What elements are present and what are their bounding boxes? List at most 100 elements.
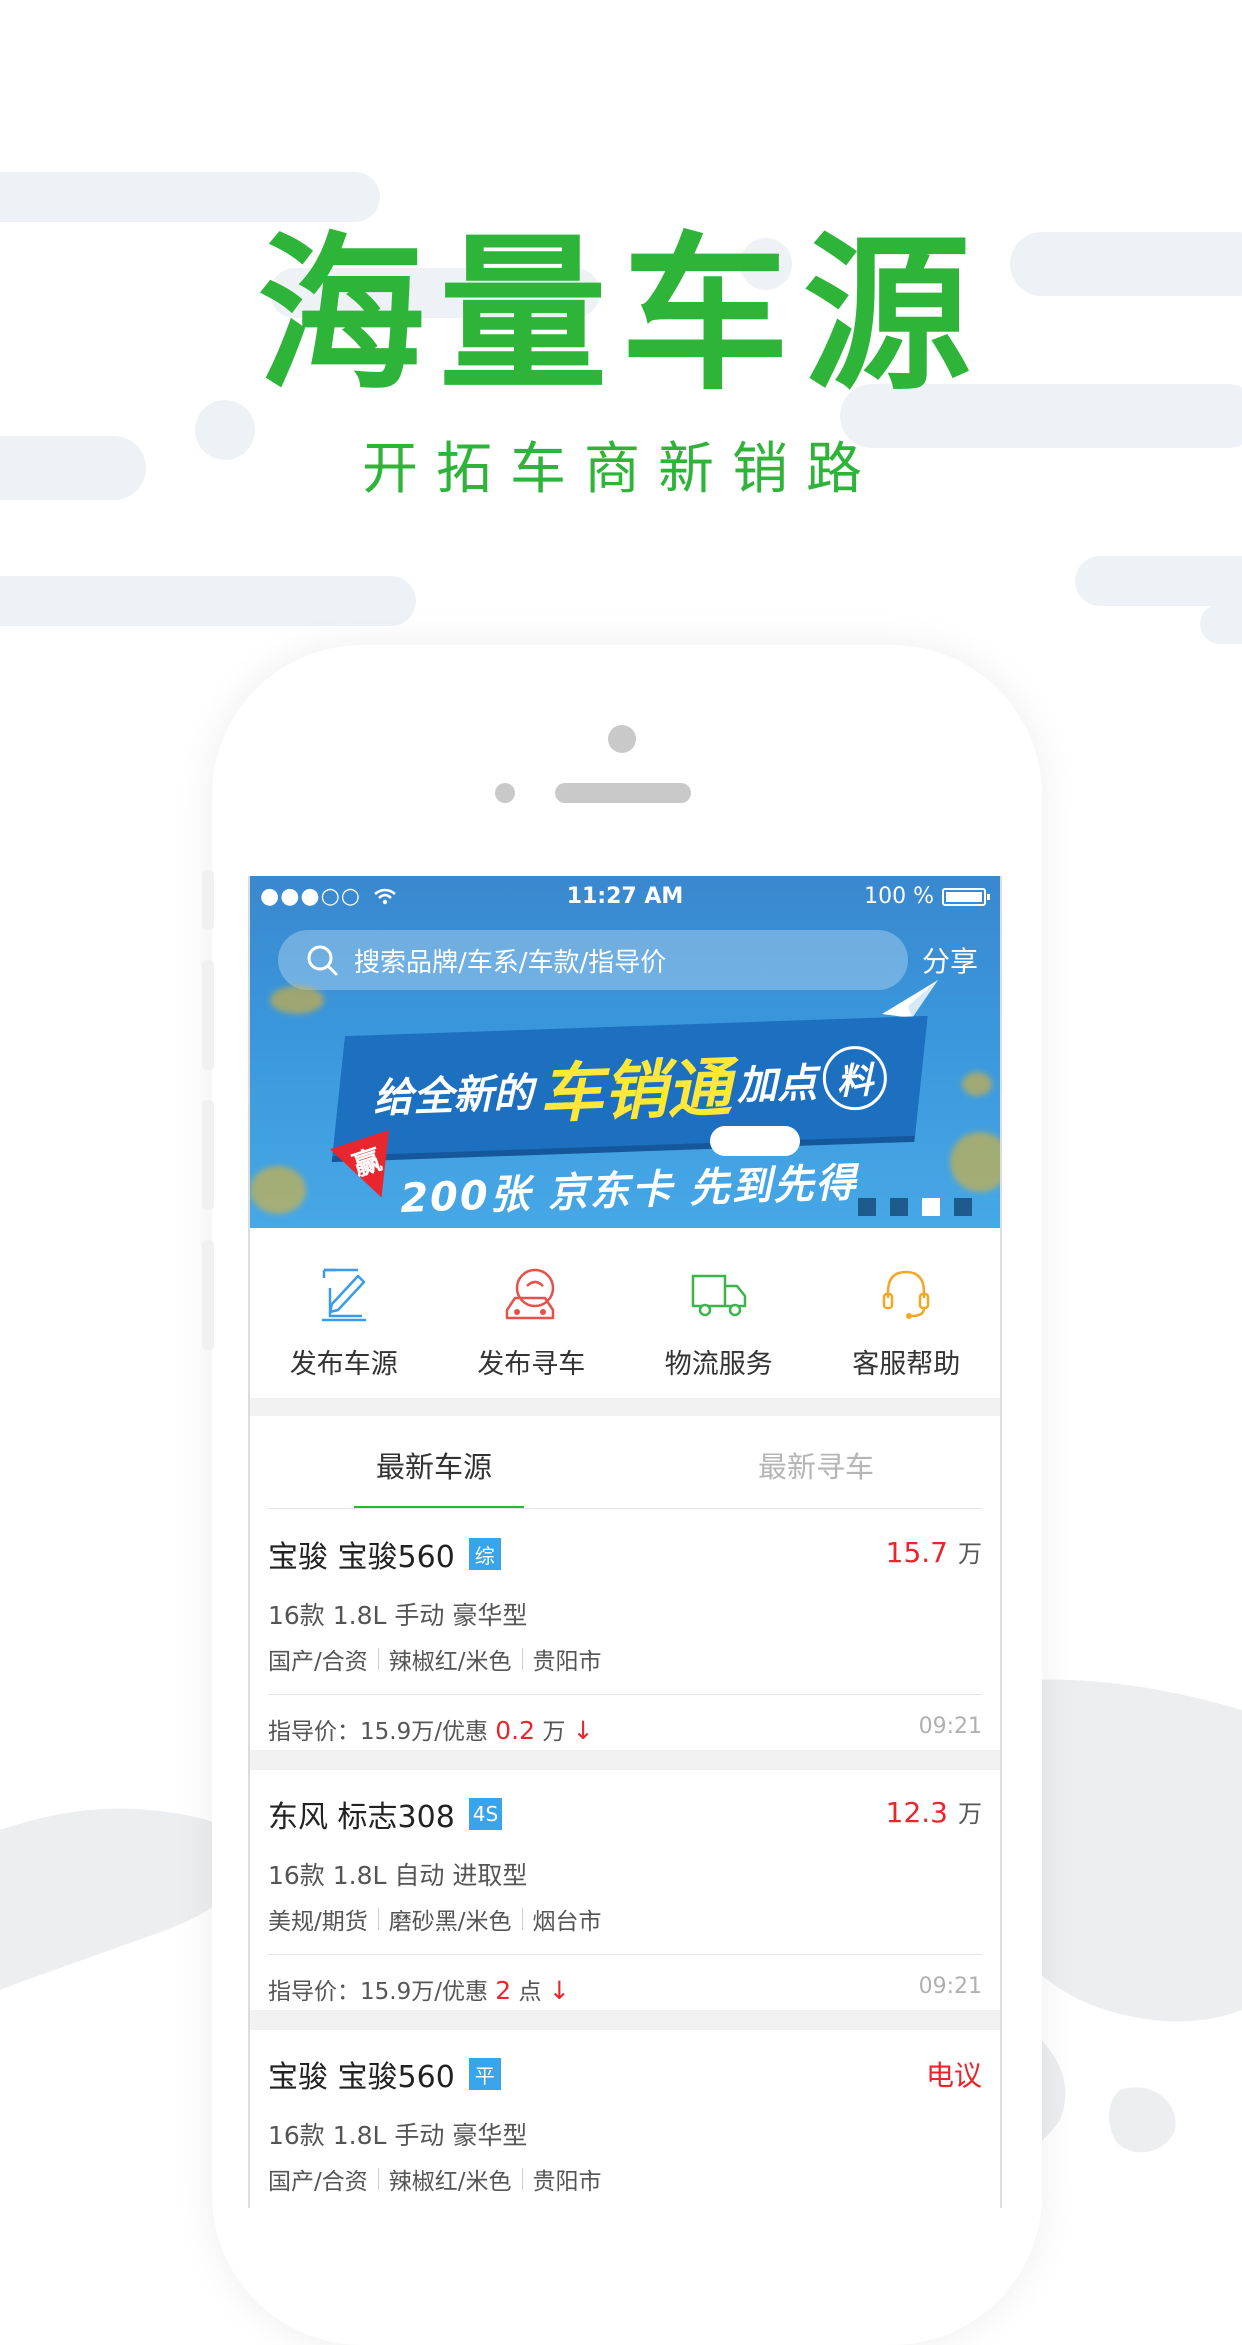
down-arrow-icon: ↓ (548, 1976, 570, 2005)
bg-stripe (1075, 556, 1242, 606)
listing-section: 最新车源 最新寻车 宝骏 宝骏560 综 15.7 万 16款 1.8L 手动 豪… (250, 1416, 1000, 2208)
listing-spec: 16款 1.8L 手动 豪华型 (268, 1601, 528, 1630)
app-screen: ●●●○○ 11:27 AM 100 % 搜索品牌/车系/车款/指导价 分享 给… (248, 876, 1002, 2208)
headset-icon (883, 1270, 930, 1319)
bg-stripe (1200, 604, 1242, 644)
search-car-icon (506, 1268, 555, 1320)
pager-dot-active[interactable] (922, 1198, 940, 1216)
guide-price-text: 指导价：15.9万/优惠 (268, 1719, 488, 1745)
listing-title-text: 东风 标志308 (268, 1800, 455, 1835)
price-value: 15.7 (885, 1536, 948, 1569)
listing-attributes: 国产/合资 辣椒红/米色 贵阳市 (268, 1642, 602, 1676)
price-unit: 万 (958, 1540, 982, 1568)
phone-side-button (202, 870, 214, 930)
search-input[interactable]: 搜索品牌/车系/车款/指导价 (354, 942, 666, 979)
pager-dot[interactable] (954, 1198, 972, 1216)
hero-headline: 海量车源 (257, 217, 985, 413)
pager-dot[interactable] (890, 1198, 908, 1216)
listing-spec: 16款 1.8L 手动 豪华型 (268, 2121, 528, 2150)
listing-title: 宝骏 宝骏560 平 (268, 2052, 501, 2096)
quick-action-label: 客服帮助 (852, 1349, 961, 1380)
listing-time: 09:21 (918, 1974, 982, 1999)
attr-color: 辣椒红/米色 (388, 1649, 512, 1675)
bg-stripe (0, 172, 380, 222)
battery-status: 100 % (864, 884, 990, 909)
quick-action-label: 发布车源 (289, 1349, 398, 1380)
attr-origin: 国产/合资 (268, 1649, 368, 1675)
listing-price: 15.7 万 (886, 1534, 982, 1569)
coin-decoration (950, 1132, 1000, 1192)
list-item[interactable]: 宝骏 宝骏560 综 15.7 万 16款 1.8L 手动 豪华型 国产/合资 辣… (250, 1510, 1000, 1750)
bg-stripe (0, 576, 416, 626)
guide-price: 指导价：15.9万/优惠 0.2 万 ↓ (268, 1712, 594, 1746)
battery-icon (942, 887, 990, 906)
listing-price: 12.3 万 (886, 1794, 982, 1829)
tab-latest-requests[interactable]: 最新寻车 (758, 1444, 874, 1486)
listing-spec: 16款 1.8L 自动 进取型 (268, 1861, 528, 1890)
phone-side-button (202, 1100, 214, 1210)
promo-title: 给全新的 车销通 加点 料 (348, 1016, 912, 1155)
quick-action-publish-request[interactable]: 发布寻车 (438, 1228, 626, 1398)
promo-title-highlight: 车销通 (537, 1051, 733, 1133)
attr-city: 烟台市 (532, 1909, 602, 1935)
listing-title-text: 宝骏 宝骏560 (268, 1540, 455, 1575)
promo-title-pre: 给全新的 (372, 1070, 535, 1122)
truck-icon (691, 1274, 746, 1317)
promo-subtitle: 200张 京东卡 先到先得 (399, 1160, 859, 1222)
price-value: 12.3 (885, 1796, 948, 1829)
list-item[interactable]: 东风 标志308 4S 12.3 万 16款 1.8L 自动 进取型 美规/期货 … (250, 1770, 1000, 2010)
edit-icon (321, 1268, 366, 1322)
quick-action-logistics[interactable]: 物流服务 (625, 1228, 813, 1398)
listing-tabs: 最新车源 最新寻车 (250, 1416, 1000, 1510)
phone-sensor (495, 783, 515, 803)
guide-price-text: 指导价：15.9万/优惠 (268, 1979, 488, 2005)
quick-action-support[interactable]: 客服帮助 (813, 1228, 1001, 1398)
phone-side-button (202, 960, 214, 1070)
listing-attributes: 国产/合资 辣椒红/米色 贵阳市 (268, 2162, 602, 2196)
listing-tag: 综 (468, 1538, 501, 1570)
coin-decoration (250, 1166, 306, 1214)
search-icon (307, 945, 338, 976)
guide-price: 指导价：15.9万/优惠 2 点 ↓ (268, 1972, 570, 2006)
listing-price: 电议 (926, 2054, 982, 2094)
banner-pager (858, 1198, 972, 1216)
attr-city: 贵阳市 (532, 2169, 602, 2195)
promo-title-post: 加点 (736, 1060, 818, 1110)
paper-plane-icon (882, 980, 938, 1018)
list-item[interactable]: 宝骏 宝骏560 平 电议 16款 1.8L 手动 豪华型 国产/合资 辣椒红/… (250, 2030, 1000, 2208)
quick-actions: 发布车源 发布寻车 物流服务 客服帮助 (250, 1228, 1000, 1398)
listing-title-text: 宝骏 宝骏560 (268, 2060, 455, 2095)
attr-city: 贵阳市 (532, 1649, 602, 1675)
discount-value: 2 (495, 1976, 512, 2005)
listing-tag: 4S (468, 1798, 503, 1830)
attr-origin: 国产/合资 (268, 2169, 368, 2195)
coin-decoration (270, 986, 324, 1014)
pager-dot[interactable] (858, 1198, 876, 1216)
listing-title: 宝骏 宝骏560 综 (268, 1532, 501, 1576)
quick-action-label: 物流服务 (664, 1349, 773, 1380)
share-button[interactable]: 分享 (922, 940, 978, 980)
price-unit: 万 (958, 1800, 982, 1828)
discount-value: 0.2 (495, 1716, 536, 1745)
promo-banner[interactable]: ●●●○○ 11:27 AM 100 % 搜索品牌/车系/车款/指导价 分享 给… (250, 876, 1000, 1228)
attr-color: 辣椒红/米色 (388, 2169, 512, 2195)
status-bar: ●●●○○ 11:27 AM 100 % (250, 876, 1000, 920)
attr-color: 磨砂黑/米色 (388, 1909, 512, 1935)
search-bar[interactable]: 搜索品牌/车系/车款/指导价 (278, 930, 908, 990)
tab-latest-sources[interactable]: 最新车源 (376, 1444, 492, 1486)
price-value: 电议 (925, 2059, 982, 2092)
listing-time: 09:21 (918, 1714, 982, 1739)
quick-action-label: 发布寻车 (477, 1349, 586, 1380)
discount-unit: 点 (518, 1979, 542, 2005)
divider (268, 1694, 982, 1695)
divider (268, 1954, 982, 1955)
listing-attributes: 美规/期货 磨砂黑/米色 烟台市 (268, 1902, 602, 1936)
phone-speaker (555, 783, 691, 803)
phone-camera (608, 725, 636, 753)
listing-tag: 平 (468, 2058, 501, 2090)
quick-action-publish-source[interactable]: 发布车源 (250, 1228, 438, 1398)
phone-side-button (202, 1240, 214, 1350)
down-arrow-icon: ↓ (572, 1716, 594, 1745)
promo-title-badge: 料 (821, 1045, 888, 1112)
hero-subheadline: 开拓车商新销路 (362, 437, 880, 502)
